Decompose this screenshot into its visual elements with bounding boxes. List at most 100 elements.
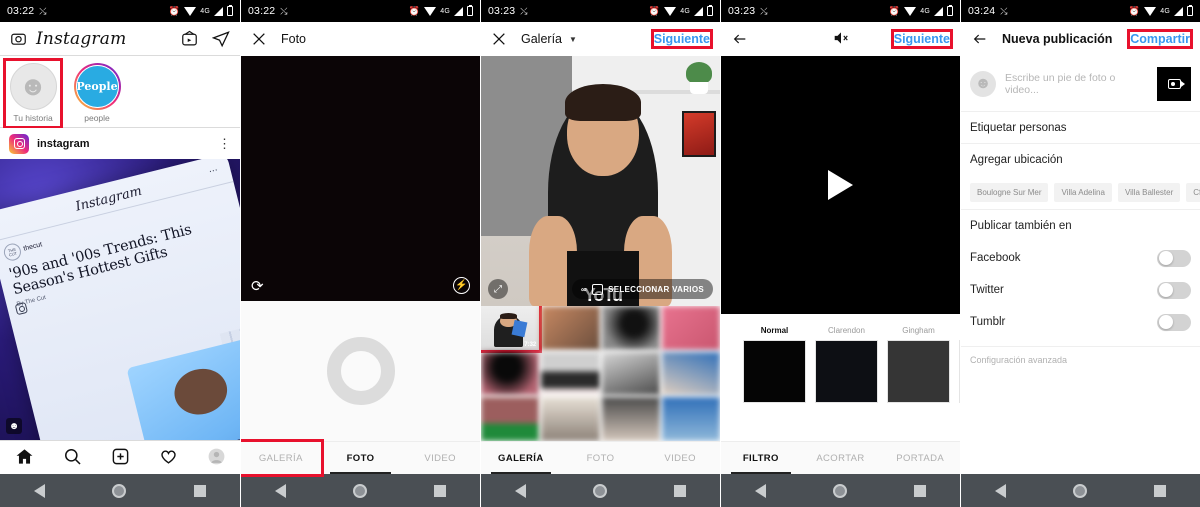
filter-name: Normal: [760, 326, 789, 335]
tab-acortar[interactable]: ACORTAR: [801, 442, 881, 474]
tab-video[interactable]: VIDEO: [400, 442, 480, 474]
android-back-icon[interactable]: [994, 483, 1006, 498]
android-home-icon[interactable]: [1072, 483, 1087, 498]
location-chip[interactable]: Boulogne Sur Mer: [970, 183, 1049, 202]
gallery-thumb[interactable]: [481, 351, 540, 396]
advanced-settings-link[interactable]: Configuración avanzada: [961, 347, 1200, 373]
preview-poster: [682, 111, 716, 157]
tab-foto[interactable]: FOTO: [321, 442, 401, 474]
android-back-icon[interactable]: [33, 483, 45, 498]
filter-item[interactable]: Normal: [743, 326, 806, 403]
android-home-icon[interactable]: [592, 483, 607, 498]
gallery-thumb[interactable]: [601, 351, 660, 396]
more-options-icon[interactable]: ⋮: [218, 137, 231, 150]
filter-thumbnail[interactable]: [815, 340, 878, 403]
android-recents-icon[interactable]: [434, 484, 447, 497]
tab-activity[interactable]: [159, 447, 178, 469]
mute-icon[interactable]: [832, 31, 849, 48]
gallery-preview[interactable]: YoTu ⤢ ∞ SELECCIONAR VARIOS: [481, 56, 720, 306]
tab-search[interactable]: [63, 447, 82, 469]
caption-input[interactable]: Escribe un pie de foto o video...: [1005, 72, 1148, 96]
video-preview[interactable]: [721, 56, 960, 314]
tab-filtro[interactable]: FILTRO: [721, 442, 801, 474]
android-back-icon[interactable]: [754, 483, 766, 498]
gallery-thumb[interactable]: [541, 397, 600, 441]
gallery-thumb[interactable]: [601, 306, 660, 350]
back-arrow-icon[interactable]: [971, 31, 989, 47]
story-own[interactable]: ☻ Tu historia: [3, 58, 63, 129]
avatar[interactable]: [9, 133, 29, 154]
tab-foto[interactable]: FOTO: [561, 442, 641, 474]
tab-video[interactable]: VIDEO: [640, 442, 720, 474]
post-username[interactable]: instagram: [37, 138, 90, 150]
android-recents-icon[interactable]: [674, 484, 687, 497]
gallery-thumb[interactable]: [541, 306, 600, 350]
tab-portada[interactable]: PORTADA: [880, 442, 960, 474]
close-icon[interactable]: [251, 31, 267, 47]
select-multiple-label: SELECCIONAR VARIOS: [608, 284, 704, 294]
tab-add-post[interactable]: [111, 447, 130, 469]
media-thumbnail[interactable]: [1157, 66, 1191, 101]
expand-icon[interactable]: ⤢: [488, 279, 508, 299]
flip-camera-icon[interactable]: ⟳: [251, 277, 264, 295]
tag-people-row[interactable]: Etiquetar personas: [961, 112, 1200, 144]
panel-new-post: 03:24 ⤯ ⏰ 4G Nueva publicación Compartir…: [960, 0, 1200, 507]
filter-thumbnail[interactable]: [743, 340, 806, 403]
status-time: 03:22: [248, 5, 276, 17]
android-home-icon[interactable]: [832, 483, 847, 498]
gallery-thumb[interactable]: [541, 351, 600, 396]
android-home-icon[interactable]: [112, 483, 127, 498]
play-icon[interactable]: [828, 170, 853, 200]
share-button[interactable]: Compartir: [1127, 29, 1193, 49]
story-people[interactable]: People people: [70, 61, 124, 126]
gallery-thumb[interactable]: [661, 306, 720, 350]
direct-message-icon[interactable]: [212, 30, 230, 48]
alarm-icon: ⏰: [408, 5, 421, 16]
tab-galeria[interactable]: GALERÍA: [241, 439, 324, 477]
android-back-icon[interactable]: [514, 483, 526, 498]
android-home-icon[interactable]: [352, 483, 367, 498]
filter-thumbnail[interactable]: [887, 340, 950, 403]
mock-avatar: THE CUT: [2, 241, 24, 263]
filter-item[interactable]: Gingham: [887, 326, 950, 403]
next-button[interactable]: Siguiente: [650, 29, 714, 49]
camera-viewfinder[interactable]: ⟳ ⚡: [241, 56, 480, 301]
gallery-thumb-selected[interactable]: 7:32: [481, 306, 543, 353]
close-icon[interactable]: [491, 31, 507, 47]
camera-icon[interactable]: [10, 30, 27, 47]
gallery-thumb[interactable]: [661, 397, 720, 441]
toggle-tumblr[interactable]: [1157, 313, 1191, 331]
tagged-users-icon[interactable]: ☻: [6, 418, 22, 434]
tab-galeria[interactable]: GALERÍA: [481, 442, 561, 474]
select-multiple-button[interactable]: ∞ SELECCIONAR VARIOS: [572, 279, 713, 299]
tab-profile[interactable]: [207, 447, 226, 469]
gallery-thumb[interactable]: [661, 351, 720, 396]
filters-row[interactable]: Normal Clarendon Gingham M: [721, 326, 960, 403]
camera-icon: [13, 138, 25, 149]
toggle-facebook[interactable]: [1157, 249, 1191, 267]
status-time: 03:23: [728, 5, 756, 17]
signal-icon: [934, 6, 943, 16]
location-chip[interactable]: Cfi San: [1186, 183, 1200, 202]
shutter-button[interactable]: [326, 337, 395, 405]
gallery-app-bar: Galería ▼ Siguiente: [481, 22, 720, 56]
location-chip[interactable]: Villa Ballester: [1117, 183, 1181, 202]
content-spacer: [961, 373, 1200, 474]
android-recents-icon[interactable]: [194, 484, 207, 497]
gallery-thumb[interactable]: [481, 397, 540, 441]
igtv-icon[interactable]: [181, 30, 198, 47]
gallery-thumb[interactable]: [601, 397, 660, 441]
add-location-row[interactable]: Agregar ubicación: [961, 144, 1200, 176]
filter-item[interactable]: Clarendon: [815, 326, 878, 403]
android-back-icon[interactable]: [274, 483, 286, 498]
toggle-twitter[interactable]: [1157, 281, 1191, 299]
tab-home[interactable]: [15, 447, 34, 469]
android-recents-icon[interactable]: [914, 484, 927, 497]
chevron-down-icon[interactable]: ▼: [569, 35, 577, 44]
android-recents-icon[interactable]: [1154, 484, 1167, 497]
location-chip[interactable]: Villa Adelina: [1054, 183, 1112, 202]
flash-icon[interactable]: ⚡: [453, 277, 470, 294]
page-title[interactable]: Galería: [521, 32, 562, 46]
next-button[interactable]: Siguiente: [890, 29, 954, 49]
back-arrow-icon[interactable]: [731, 31, 749, 47]
